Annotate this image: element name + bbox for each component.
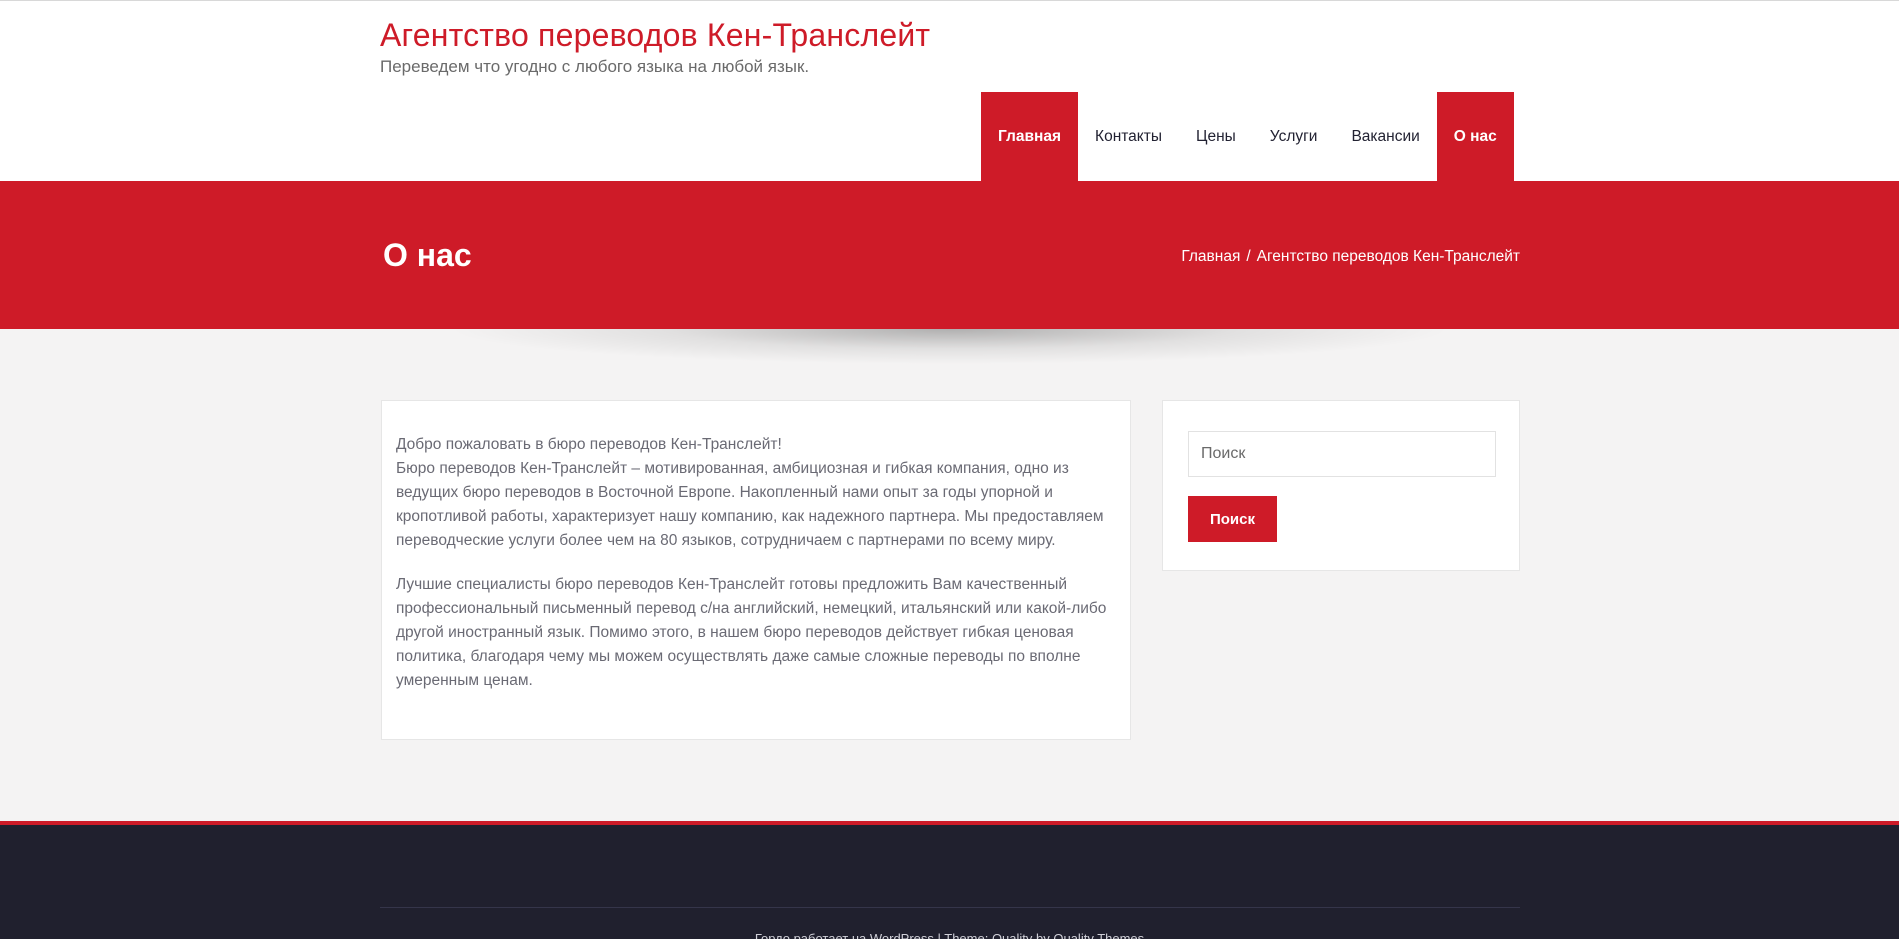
- footer-credit: Гордо работает на WordPress | Theme: Qua…: [754, 931, 1145, 939]
- main-nav: Главная Контакты Цены Услуги Вакансии О …: [981, 92, 1514, 182]
- footer-divider: [380, 907, 1520, 908]
- site-title[interactable]: Агентство переводов Кен-Транслейт: [380, 17, 930, 54]
- nav-item-prices[interactable]: Цены: [1179, 92, 1253, 182]
- nav-item-home[interactable]: Главная: [981, 92, 1079, 182]
- content-paragraph-intro: Добро пожаловать в бюро переводов Кен-Тр…: [396, 436, 1104, 549]
- nav-item-services[interactable]: Услуги: [1253, 92, 1335, 182]
- banner-shadow: [380, 329, 1520, 369]
- content-paragraph-specialists: Лучшие специалисты бюро переводов Кен-Тр…: [396, 576, 1107, 689]
- nav-item-about[interactable]: О нас: [1436, 92, 1514, 182]
- breadcrumb-home-link[interactable]: Главная: [1181, 248, 1240, 266]
- page-title: О нас: [383, 237, 472, 273]
- page-banner: [0, 181, 1899, 329]
- content-card: Добро пожаловать в бюро переводов Кен-Тр…: [381, 400, 1131, 740]
- search-button[interactable]: Поиск: [1188, 496, 1277, 542]
- breadcrumb-current: Агентство переводов Кен-Транслейт: [1256, 248, 1520, 265]
- breadcrumb-separator: /: [1246, 248, 1251, 265]
- search-input[interactable]: [1188, 431, 1496, 477]
- site-description: Переведем что угодно с любого языка на л…: [380, 57, 810, 76]
- search-widget: Поиск: [1162, 400, 1520, 571]
- site-footer: Гордо работает на WordPress | Theme: Qua…: [0, 821, 1899, 939]
- nav-item-contacts[interactable]: Контакты: [1078, 92, 1179, 182]
- nav-item-vacancies[interactable]: Вакансии: [1334, 92, 1436, 182]
- breadcrumb: Главная / Агентство переводов Кен-Трансл…: [1181, 248, 1520, 266]
- site-header: Агентство переводов Кен-Транслейт Переве…: [0, 0, 1899, 182]
